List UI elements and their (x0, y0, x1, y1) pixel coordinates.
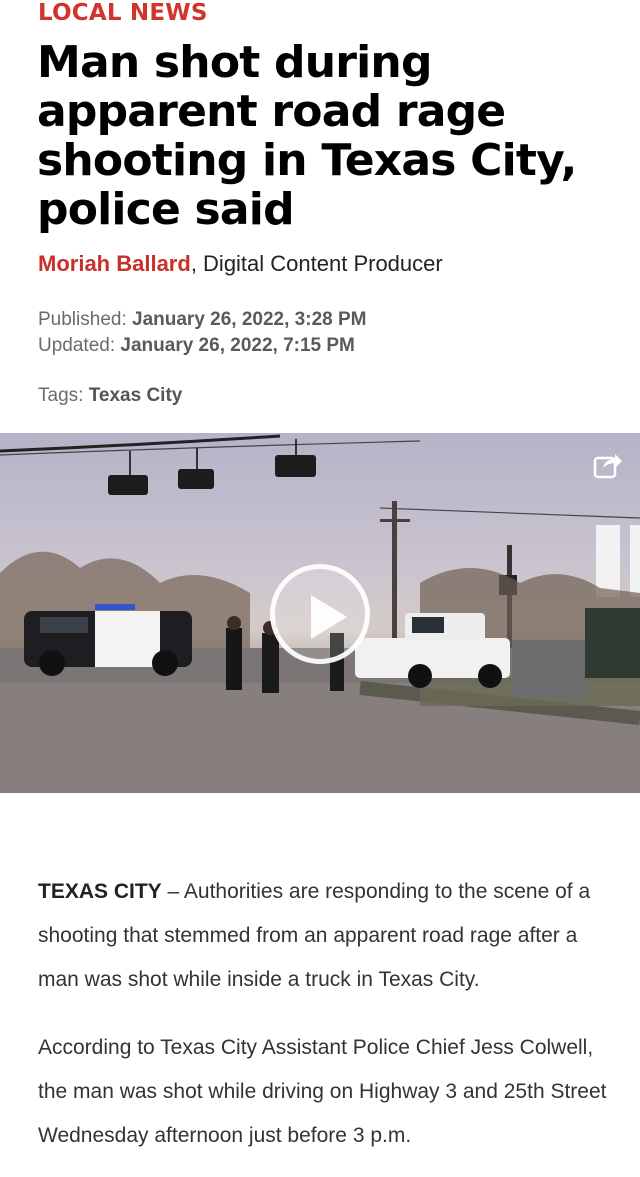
updated-line: Updated: January 26, 2022, 7:15 PM (38, 333, 367, 359)
article-body: TEXAS CITY – Authorities are responding … (38, 870, 618, 1177)
share-icon (593, 454, 622, 479)
tags: Tags: Texas City (38, 383, 182, 409)
author-link[interactable]: Moriah Ballard (38, 251, 191, 276)
play-icon (311, 595, 347, 639)
author-role: , Digital Content Producer (190, 251, 443, 276)
updated-value: January 26, 2022, 7:15 PM (120, 335, 355, 356)
published-line: Published: January 26, 2022, 3:28 PM (38, 307, 367, 333)
section-label[interactable]: LOCAL NEWS (38, 0, 208, 26)
published-value: January 26, 2022, 3:28 PM (132, 309, 367, 330)
article-paragraph: According to Texas City Assistant Police… (38, 1036, 607, 1147)
updated-label: Updated: (38, 335, 116, 356)
dateline: TEXAS CITY (38, 880, 162, 903)
play-button[interactable] (270, 564, 370, 664)
share-button[interactable] (590, 447, 626, 483)
published-label: Published: (38, 309, 127, 330)
article-paragraph: TEXAS CITY – Authorities are responding … (38, 870, 618, 1002)
tag-link[interactable]: Texas City (89, 385, 183, 406)
byline: Moriah Ballard, Digital Content Producer (38, 250, 443, 278)
video-player[interactable] (0, 433, 640, 793)
publish-dates: Published: January 26, 2022, 3:28 PM Upd… (38, 307, 367, 359)
headline: Man shot during apparent road rage shoot… (37, 37, 577, 235)
tags-label: Tags: (38, 385, 84, 406)
